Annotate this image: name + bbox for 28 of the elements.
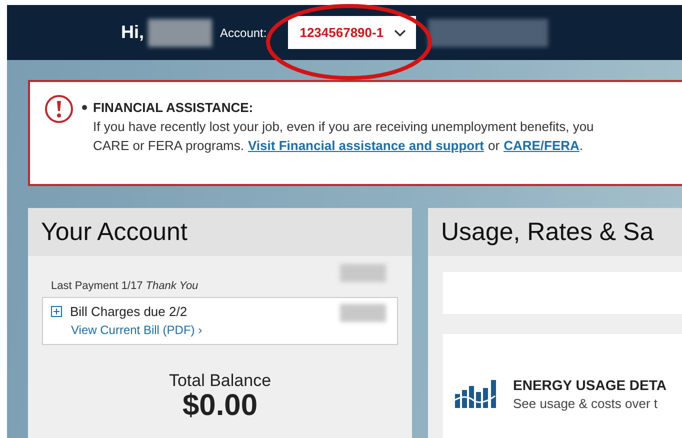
account-dropdown[interactable]: 1234567890-1 xyxy=(288,16,416,49)
alert-title: FINANCIAL ASSISTANCE: xyxy=(93,100,254,115)
account-label: Account: xyxy=(220,26,267,40)
blurred-amount xyxy=(340,264,386,282)
view-bill-link[interactable]: View Current Bill (PDF) › xyxy=(71,323,397,337)
total-balance-label: Total Balance xyxy=(168,371,272,391)
alert-text: If you have recently lost your job, even if you are receiving unemployment benefits, you xyxy=(93,119,594,134)
blurred-name xyxy=(148,18,212,46)
alert-text: or xyxy=(488,138,500,153)
caret-icon xyxy=(394,28,406,36)
blurred-amount xyxy=(340,304,386,322)
greeting: Hi, xyxy=(121,22,144,43)
bar-chart-icon xyxy=(455,380,499,408)
bullet-icon xyxy=(82,105,87,110)
tile-text: See usage & costs over t xyxy=(513,396,659,411)
panel-title: Usage, Rates & Sa xyxy=(441,218,654,246)
panel-title: Your Account xyxy=(41,218,188,246)
alert-text: CARE or FERA programs. xyxy=(93,138,244,153)
energy-usage-card[interactable]: ENERGY USAGE DETA See usage & costs over t xyxy=(443,334,682,438)
bill-charges-text: Bill Charges due 2/2 xyxy=(70,304,188,319)
financial-assistance-link[interactable]: Visit Financial assistance and support xyxy=(248,138,484,153)
expand-icon[interactable] xyxy=(51,306,62,317)
period-text: . xyxy=(579,138,584,153)
tile-title: ENERGY USAGE DETA xyxy=(513,377,667,393)
total-balance-value: $0.00 xyxy=(181,391,259,421)
care-fera-link[interactable]: CARE/FERA xyxy=(504,138,580,153)
last-payment-text: Last Payment 1/17 Thank You xyxy=(51,280,198,292)
warning-icon xyxy=(44,94,74,124)
